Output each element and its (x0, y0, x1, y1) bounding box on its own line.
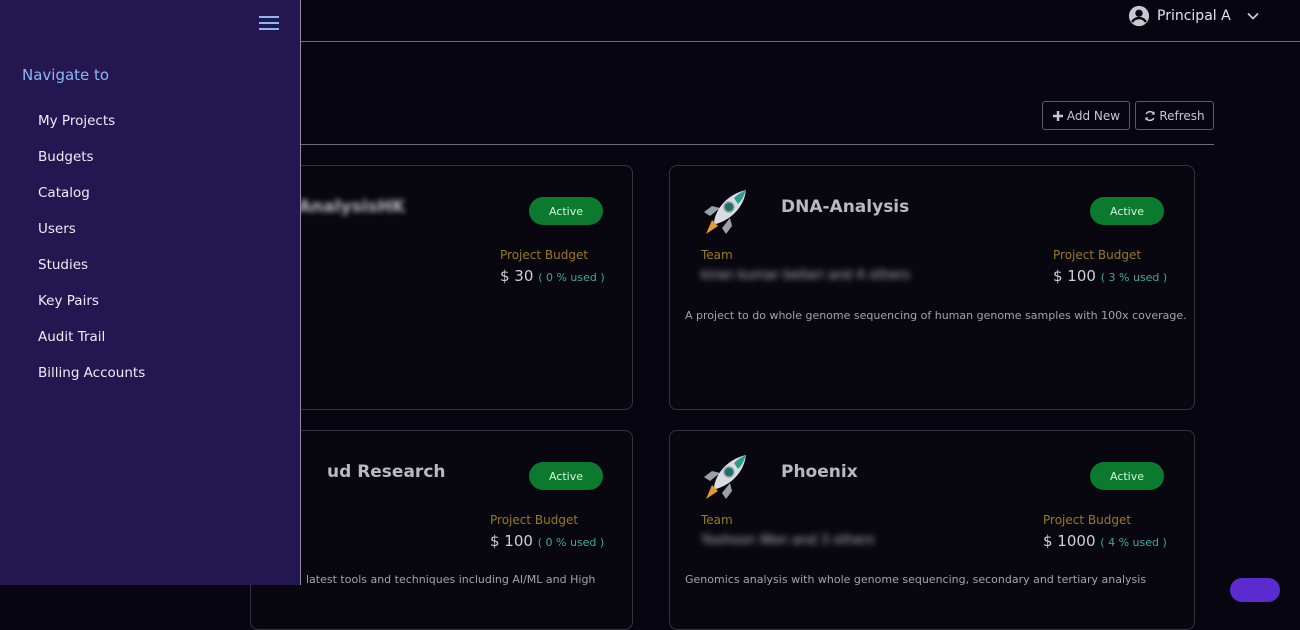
rocket-icon (704, 455, 746, 499)
status-badge: Active (529, 197, 603, 225)
budget-used: ( 4 % used ) (1100, 536, 1167, 549)
budget-value: $ 30 ( 0 % used ) (500, 267, 605, 285)
project-title[interactable]: Phoenix (781, 462, 858, 482)
sidebar-item-studies[interactable]: Studies (38, 257, 88, 273)
budget-label: Project Budget (1053, 248, 1142, 262)
project-card[interactable]: DNA-Analysis Active Team kiran kumar bel… (669, 165, 1195, 410)
project-card[interactable]: AnalysisHK Active Project Budget $ 30 ( … (250, 165, 633, 410)
project-title[interactable]: DNA-Analysis (781, 197, 909, 217)
budget-used: ( 0 % used ) (538, 271, 605, 284)
budget-label: Project Budget (500, 248, 589, 262)
team-value: Yoohoon Won and 3 others (701, 533, 875, 548)
status-badge: Active (529, 462, 603, 490)
project-description: A project to do whole genome sequencing … (685, 309, 1187, 322)
add-new-label: Add New (1066, 108, 1121, 123)
budget-label: Project Budget (490, 513, 579, 527)
budget-value: $ 1000 ( 4 % used ) (1043, 532, 1167, 550)
chevron-down-icon[interactable] (1245, 8, 1261, 24)
chat-launcher-button[interactable] (1230, 578, 1280, 602)
sidebar-item-catalog[interactable]: Catalog (38, 185, 90, 201)
user-name: Principal A (1157, 8, 1231, 24)
status-badge: Active (1090, 197, 1164, 225)
budget-amount: $ 1000 (1043, 532, 1096, 550)
sidebar-item-key-pairs[interactable]: Key Pairs (38, 293, 99, 309)
team-value: kiran kumar bellari and 4 others (701, 268, 911, 283)
user-menu[interactable]: Principal A (1128, 3, 1261, 29)
project-card[interactable]: ud Research Active Project Budget $ 100 … (250, 430, 633, 630)
hamburger-menu-icon[interactable] (258, 14, 280, 32)
team-label: Team (701, 248, 733, 262)
account-circle-icon (1128, 5, 1150, 27)
sidebar-item-budgets[interactable]: Budgets (38, 149, 94, 165)
project-title[interactable]: ud Research (327, 462, 446, 482)
project-description: Genomics analysis with whole genome sequ… (685, 573, 1147, 586)
budget-value: $ 100 ( 3 % used ) (1053, 267, 1167, 285)
budget-label: Project Budget (1043, 513, 1132, 527)
sidebar: Navigate to My Projects Budgets Catalog … (0, 0, 301, 585)
toolbar-divider (300, 144, 1214, 145)
budget-value: $ 100 ( 0 % used ) (490, 532, 604, 550)
budget-used: ( 0 % used ) (537, 536, 605, 549)
budget-amount: $ 100 (1053, 267, 1096, 285)
sidebar-item-users[interactable]: Users (38, 221, 76, 237)
team-label: Team (701, 513, 733, 527)
rocket-icon (704, 190, 746, 234)
project-title[interactable]: AnalysisHK (298, 197, 405, 217)
sidebar-item-my-projects[interactable]: My Projects (38, 113, 115, 129)
budget-amount: $ 100 (490, 532, 533, 550)
nav-heading: Navigate to (22, 66, 110, 84)
budget-used: ( 3 % used ) (1100, 271, 1168, 284)
project-card[interactable]: Phoenix Active Team Yoohoon Won and 3 ot… (669, 430, 1195, 630)
refresh-icon (1145, 110, 1156, 121)
status-badge: Active (1090, 462, 1164, 490)
plus-icon (1052, 110, 1063, 121)
refresh-label: Refresh (1159, 108, 1205, 123)
budget-amount: $ 30 (500, 267, 534, 285)
project-description: latest tools and techniques including AI… (306, 573, 596, 586)
refresh-button[interactable]: Refresh (1135, 101, 1214, 130)
sidebar-item-audit-trail[interactable]: Audit Trail (38, 329, 105, 345)
add-new-button[interactable]: Add New (1042, 101, 1130, 130)
sidebar-item-billing-accounts[interactable]: Billing Accounts (38, 365, 145, 381)
